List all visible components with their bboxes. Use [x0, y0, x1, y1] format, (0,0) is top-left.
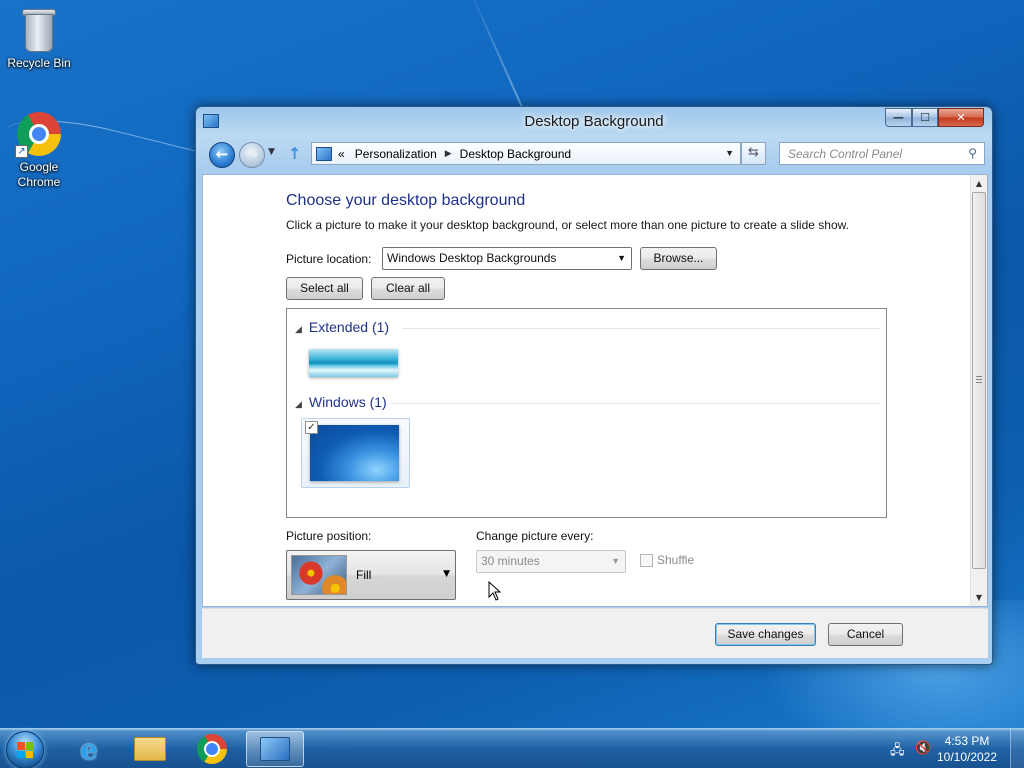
search-input[interactable]: Search Control Panel ⚲ [779, 142, 985, 165]
scroll-up-arrow-icon[interactable]: ▲ [971, 175, 987, 192]
navigation-bar: ← → ▼ ↑ « Personalization ▶ Desktop Back… [204, 141, 985, 169]
caption-buttons: — ☐ ✕ [885, 108, 984, 127]
wallpaper-image [310, 425, 399, 481]
recent-pages-dropdown[interactable]: ▼ [268, 147, 275, 157]
group-header-extended[interactable]: ◢ Extended (1) [295, 319, 389, 335]
refresh-button[interactable]: ⇆ [741, 142, 766, 165]
scroll-down-arrow-icon[interactable]: ▼ [971, 589, 987, 606]
windows-logo-icon [17, 742, 33, 758]
taskbar-app-windows-explorer[interactable] [121, 731, 179, 767]
show-desktop-button[interactable] [1010, 729, 1024, 768]
desktop-icon-recycle-bin[interactable]: Recycle Bin [1, 6, 77, 70]
refresh-icon: ⇆ [748, 145, 759, 160]
dialog-footer: Save changes Cancel [202, 608, 988, 658]
desktop-icon-label: Google Chrome [17, 160, 61, 189]
start-button[interactable] [6, 731, 44, 768]
system-clock[interactable]: 4:53 PM 10/10/2022 [932, 733, 1002, 765]
change-interval-value: 30 minutes [481, 554, 540, 568]
breadcrumb-item-desktop-background[interactable]: Desktop Background [460, 147, 571, 161]
wallpaper-select-checkbox[interactable]: ✓ [305, 421, 318, 434]
control-panel-icon [260, 737, 290, 761]
wallpaper-thumbnail-extended[interactable] [309, 349, 398, 377]
wallpaper-thumbnail-windows[interactable]: ✓ [301, 418, 410, 488]
breadcrumb-overflow[interactable]: « [338, 147, 345, 161]
control-panel-icon [316, 146, 332, 161]
chevron-down-icon: ▼ [617, 253, 626, 263]
breadcrumb-separator-icon[interactable]: ▶ [445, 148, 452, 159]
group-divider [402, 328, 880, 329]
close-icon: ✕ [956, 111, 966, 124]
cancel-button[interactable]: Cancel [828, 623, 903, 646]
change-picture-label: Change picture every: [476, 529, 594, 543]
group-name: Extended (1) [308, 319, 390, 335]
position-preview-image [291, 555, 347, 595]
picture-location-select[interactable]: Windows Desktop Backgrounds ▼ [382, 247, 632, 270]
taskbar-app-google-chrome[interactable] [183, 731, 241, 767]
picture-gallery: ◢ Extended (1) ◢ Windows (1) ✓ [286, 308, 887, 518]
chrome-icon: ↗ [15, 110, 63, 158]
back-button[interactable]: ← [209, 142, 235, 168]
shuffle-checkbox[interactable]: Shuffle [640, 553, 694, 567]
picture-location-value: Windows Desktop Backgrounds [387, 251, 557, 265]
change-interval-select[interactable]: 30 minutes ▼ [476, 550, 626, 573]
browse-button[interactable]: Browse... [640, 247, 717, 270]
close-button[interactable]: ✕ [938, 108, 984, 127]
breadcrumb-item-personalization[interactable]: Personalization [355, 147, 437, 161]
up-level-button[interactable]: ↑ [288, 144, 301, 163]
page-title: Choose your desktop background [286, 192, 526, 209]
network-icon[interactable]: 🖧 [890, 741, 905, 763]
taskbar: e 🖧 🔇 4:53 PM 10/10/2022 [0, 728, 1024, 768]
picture-position-label: Picture position: [286, 529, 372, 543]
collapse-triangle-icon: ◢ [295, 399, 302, 409]
collapse-triangle-icon: ◢ [295, 324, 302, 334]
clock-date: 10/10/2022 [936, 750, 998, 764]
volume-muted-icon[interactable]: 🔇 [915, 741, 931, 756]
folder-icon [134, 737, 166, 761]
maximize-icon: ☐ [920, 111, 930, 124]
select-all-button[interactable]: Select all [286, 277, 363, 300]
minimize-icon: — [893, 111, 904, 124]
back-arrow-icon: ← [215, 145, 229, 163]
page-description: Click a picture to make it your desktop … [286, 218, 849, 232]
group-header-windows[interactable]: ◢ Windows (1) [295, 394, 387, 410]
clock-time: 4:53 PM [944, 734, 990, 748]
shuffle-label: Shuffle [657, 553, 695, 567]
group-name: Windows (1) [308, 394, 387, 410]
scroll-thumb[interactable] [972, 192, 986, 569]
save-changes-button[interactable]: Save changes [715, 623, 816, 646]
picture-position-select[interactable]: Fill ▼ [286, 550, 456, 600]
clear-all-button[interactable]: Clear all [371, 277, 445, 300]
address-dropdown-icon[interactable]: ▼ [725, 148, 734, 158]
shortcut-arrow-icon: ↗ [15, 145, 28, 158]
chrome-icon [197, 734, 227, 764]
desktop-icon-google-chrome[interactable]: ↗ Google Chrome [1, 110, 77, 190]
taskbar-app-control-panel[interactable] [246, 731, 304, 767]
group-divider [391, 403, 880, 404]
search-placeholder: Search Control Panel [788, 147, 903, 161]
content-pane: Choose your desktop background Click a p… [202, 174, 988, 607]
desktop-background-window: Desktop Background — ☐ ✕ ← → ▼ ↑ « Perso… [195, 106, 993, 665]
address-bar[interactable]: « Personalization ▶ Desktop Background ▼ [311, 142, 741, 165]
mouse-cursor-icon [488, 581, 502, 601]
picture-location-label: Picture location: [286, 252, 372, 266]
maximize-button[interactable]: ☐ [912, 108, 938, 127]
title-bar[interactable]: Desktop Background — ☐ ✕ [196, 107, 992, 137]
chevron-down-icon: ▼ [443, 569, 450, 579]
checkbox-box [640, 553, 653, 567]
chevron-down-icon: ▼ [611, 556, 620, 566]
forward-button[interactable]: → [239, 142, 265, 168]
window-title: Desktop Background [524, 113, 664, 130]
forward-arrow-icon: → [245, 145, 259, 163]
recycle-bin-icon [15, 6, 63, 54]
search-icon[interactable]: ⚲ [968, 146, 977, 160]
desktop-icon-label: Recycle Bin [7, 56, 71, 70]
internet-explorer-icon: e [80, 732, 98, 766]
picture-position-value: Fill [356, 568, 372, 582]
taskbar-app-internet-explorer[interactable]: e [60, 731, 118, 767]
minimize-button[interactable]: — [885, 108, 912, 127]
vertical-scrollbar[interactable]: ▲ ▼ [970, 175, 987, 606]
